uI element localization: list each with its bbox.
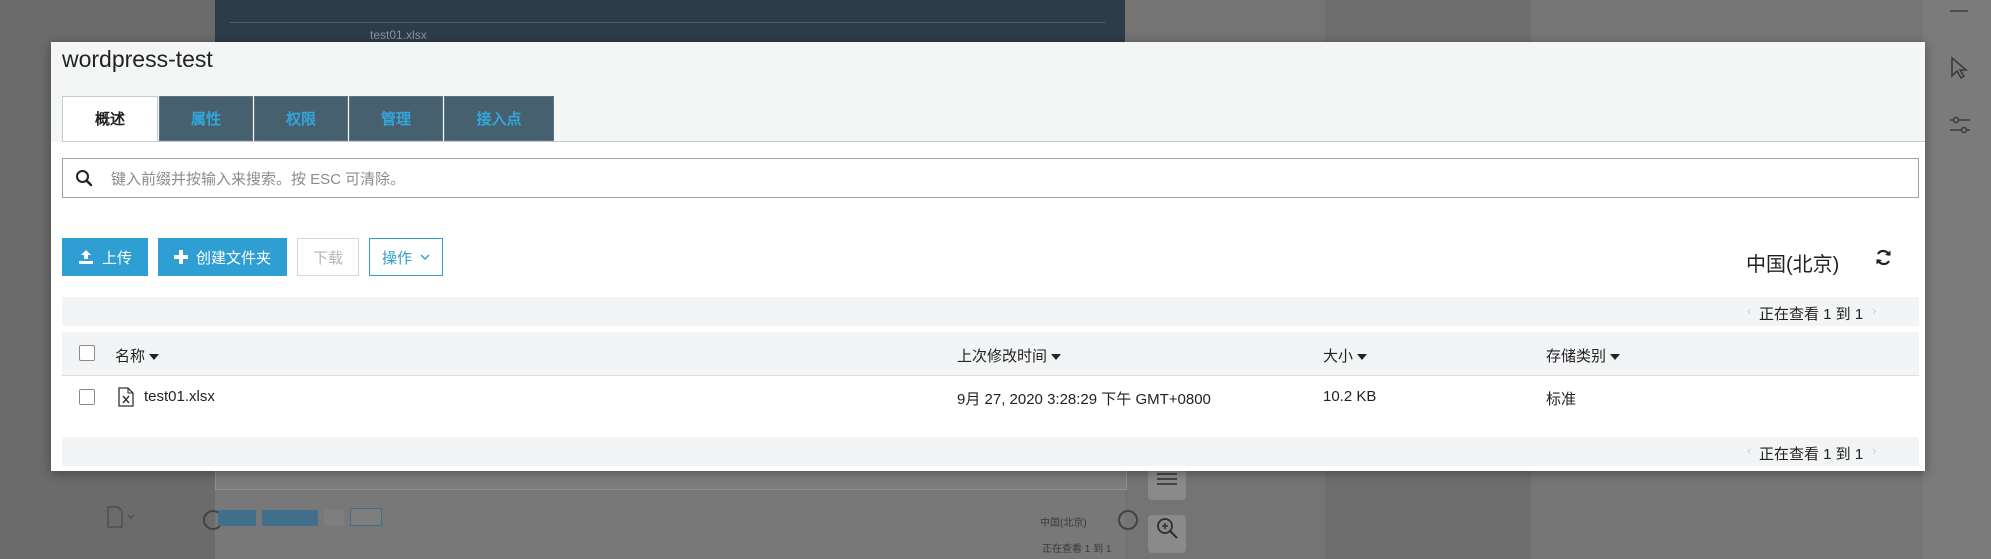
file-size: 10.2 KB bbox=[1323, 388, 1377, 405]
upload-button[interactable]: 上传 bbox=[62, 238, 149, 276]
dialog-title: wordpress-test bbox=[62, 46, 213, 72]
table-row[interactable]: test01.xlsx 9月 27, 2020 3:28:29 下午 GMT+0… bbox=[62, 376, 1919, 420]
column-storage-class-header[interactable]: 存储类别 bbox=[1546, 345, 1621, 366]
refresh-icon bbox=[1876, 249, 1891, 266]
panel-toggle-icon bbox=[1948, 0, 1970, 23]
pager-next-icon[interactable]: › bbox=[1872, 303, 1876, 318]
pager-prev-icon[interactable]: ‹ bbox=[1747, 443, 1751, 458]
search-input[interactable] bbox=[109, 159, 1893, 199]
tab-access-points[interactable]: 接入点 bbox=[444, 96, 554, 141]
background-divider bbox=[230, 22, 1105, 23]
download-button[interactable]: 下载 bbox=[297, 238, 360, 276]
sliders-icon bbox=[1948, 114, 1972, 142]
pager-status: 正在查看 1 到 1 bbox=[1759, 306, 1864, 323]
actions-dropdown[interactable]: 操作 bbox=[369, 238, 444, 276]
dialog-header: wordpress-test 概述 属性 权限 管理 接入点 bbox=[51, 42, 1925, 142]
cursor-pointer-icon bbox=[1948, 56, 1970, 86]
column-size-header[interactable]: 大小 bbox=[1323, 345, 1368, 366]
pager-prev-icon[interactable]: ‹ bbox=[1747, 303, 1751, 318]
column-label: 名称 bbox=[115, 348, 146, 365]
tab-divider bbox=[62, 141, 1925, 142]
row-checkbox[interactable] bbox=[79, 389, 95, 405]
tab-management[interactable]: 管理 bbox=[349, 96, 443, 141]
background-filename: test01.xlsx bbox=[370, 28, 427, 42]
background-file-icon bbox=[105, 505, 135, 535]
create-folder-button-label: 创建文件夹 bbox=[196, 249, 272, 267]
column-label: 上次修改时间 bbox=[957, 348, 1048, 365]
file-modified: 9月 27, 2020 3:28:29 下午 GMT+0800 bbox=[957, 391, 1211, 408]
pager-bottom: ‹ 正在查看 1 到 1 › bbox=[62, 437, 1919, 466]
background-pager: 正在查看 1 到 1 bbox=[1042, 544, 1112, 555]
pager-top: ‹ 正在查看 1 到 1 › bbox=[62, 297, 1919, 326]
sort-caret-icon bbox=[1610, 354, 1621, 361]
actions-dropdown-label: 操作 bbox=[382, 249, 413, 267]
background-header: test01.xlsx bbox=[215, 0, 1125, 42]
tab-overview[interactable]: 概述 bbox=[62, 96, 158, 142]
create-folder-button[interactable]: 创建文件夹 bbox=[158, 238, 288, 276]
file-excel-icon bbox=[118, 387, 134, 412]
search-box bbox=[62, 158, 1919, 199]
column-label: 大小 bbox=[1323, 348, 1354, 365]
bucket-dialog: wordpress-test 概述 属性 权限 管理 接入点 上传 创建文件夹 … bbox=[51, 42, 1925, 471]
file-name-link[interactable]: test01.xlsx bbox=[144, 388, 215, 405]
sort-caret-icon bbox=[1357, 354, 1368, 361]
toolbar: 上传 创建文件夹 下载 操作 bbox=[62, 238, 453, 276]
pager-next-icon[interactable]: › bbox=[1872, 443, 1876, 458]
pager-status: 正在查看 1 到 1 bbox=[1759, 446, 1864, 463]
background-zoom-tool-icon bbox=[1148, 515, 1186, 553]
background-search bbox=[215, 470, 1127, 490]
sort-caret-icon bbox=[1051, 354, 1062, 361]
upload-button-label: 上传 bbox=[102, 249, 133, 267]
plus-icon bbox=[174, 250, 189, 264]
column-label: 存储类别 bbox=[1546, 348, 1607, 365]
tab-permissions[interactable]: 权限 bbox=[254, 96, 348, 141]
background-region: 中国(北京) bbox=[1040, 518, 1087, 529]
background-buttons bbox=[218, 508, 388, 531]
chevron-down-icon bbox=[420, 254, 430, 260]
table-header: 名称 上次修改时间 大小 存储类别 bbox=[62, 332, 1919, 376]
tab-bar: 概述 属性 权限 管理 接入点 bbox=[62, 96, 555, 142]
column-modified-header[interactable]: 上次修改时间 bbox=[957, 345, 1062, 366]
upload-icon bbox=[79, 250, 93, 264]
refresh-button[interactable] bbox=[1875, 249, 1892, 271]
select-all-checkbox[interactable] bbox=[79, 345, 95, 361]
search-icon bbox=[75, 169, 93, 192]
column-name-header[interactable]: 名称 bbox=[115, 345, 160, 366]
sort-caret-icon bbox=[149, 354, 160, 361]
region-label: 中国(北京) bbox=[1746, 254, 1840, 276]
file-storage-class: 标准 bbox=[1546, 391, 1577, 408]
background-refresh-circle bbox=[1118, 510, 1138, 530]
tab-properties[interactable]: 属性 bbox=[159, 96, 253, 141]
